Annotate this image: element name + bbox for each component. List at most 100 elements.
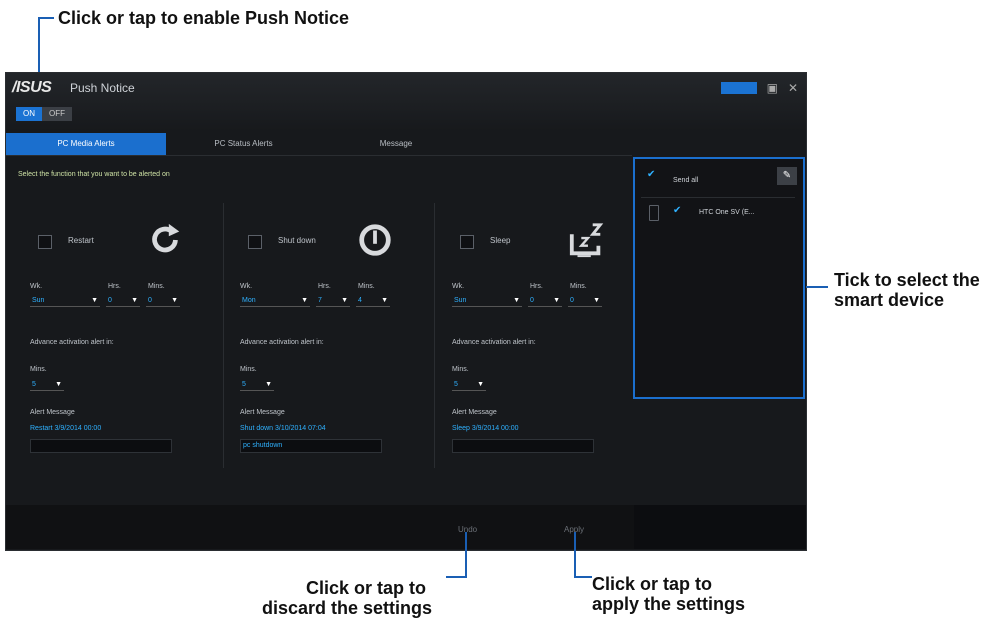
- alert-message-input[interactable]: [452, 439, 594, 453]
- asus-logo: /ISUS: [12, 79, 52, 96]
- advance-mins-label: Mins.: [30, 366, 47, 373]
- sleep-checkbox[interactable]: [460, 235, 474, 249]
- tab-message[interactable]: Message: [321, 133, 471, 155]
- dropdown-arrow-icon: ▼: [593, 296, 600, 304]
- dropdown-arrow-icon: ▼: [55, 380, 62, 388]
- callout-line-apply-horizontal: [574, 576, 592, 578]
- tab-pc-media-alerts[interactable]: PC Media Alerts: [6, 133, 166, 155]
- footer-bar: [6, 505, 634, 549]
- close-icon[interactable]: ✕: [788, 81, 798, 95]
- toggle-off[interactable]: OFF: [42, 107, 72, 121]
- push-notice-window: /ISUS Push Notice ON OFF ▣ ✕ PC Media Al…: [6, 73, 806, 550]
- window-title: Push Notice: [70, 81, 135, 95]
- dropdown-arrow-icon: ▼: [341, 296, 348, 304]
- minutes-select[interactable]: 0 ▼: [146, 294, 180, 307]
- alert-preview: Shut down 3/10/2014 07:04: [240, 425, 326, 432]
- sleep-icon: [569, 223, 604, 258]
- callout-select-device-line1: Tick to select the: [834, 270, 980, 290]
- shutdown-label: Shut down: [278, 236, 316, 245]
- window-controls: ▣ ✕: [720, 81, 798, 95]
- advance-alert-label: Advance activation alert in:: [240, 339, 324, 346]
- alert-message-label: Alert Message: [240, 409, 285, 416]
- callout-apply-line1: Click or tap to: [592, 574, 713, 594]
- toggle-on[interactable]: ON: [16, 107, 42, 121]
- alert-message-label: Alert Message: [30, 409, 75, 416]
- wk-label: Wk.: [452, 283, 465, 290]
- power-icon: [359, 224, 391, 256]
- hrs-label: Hrs.: [530, 283, 543, 290]
- restart-icon: [152, 223, 180, 253]
- alert-message-input[interactable]: [30, 439, 172, 453]
- advance-alert-label: Advance activation alert in:: [30, 339, 114, 346]
- wk-label: Wk.: [30, 283, 43, 290]
- mins-label: Mins.: [148, 283, 165, 290]
- dropdown-arrow-icon: ▼: [91, 296, 98, 304]
- alert-preview: Restart 3/9/2014 00:00: [30, 425, 102, 432]
- push-notice-toggle[interactable]: ON OFF: [16, 107, 72, 121]
- dropdown-arrow-icon: ▼: [171, 296, 178, 304]
- column-divider: [223, 203, 224, 468]
- restart-label: Restart: [68, 236, 94, 245]
- callout-line-apply-vertical: [574, 532, 576, 578]
- alert-tabs: PC Media Alerts PC Status Alerts Message: [6, 133, 632, 156]
- device-panel: ✔ Send all ✎ ✔ HTC One SV (E...: [633, 157, 805, 399]
- callout-apply-line2: apply the settings: [592, 594, 746, 614]
- title-bar: /ISUS Push Notice ON OFF ▣ ✕: [6, 73, 806, 131]
- footer-bar-right: [634, 505, 806, 549]
- dropdown-arrow-icon: ▼: [477, 380, 484, 388]
- hours-select[interactable]: 0 ▼: [106, 294, 140, 307]
- weekday-select[interactable]: Sun ▼: [452, 294, 522, 307]
- device-name[interactable]: HTC One SV (E...: [699, 209, 755, 216]
- advance-alert-label: Advance activation alert in:: [452, 339, 536, 346]
- tab-pc-status-alerts[interactable]: PC Status Alerts: [166, 133, 321, 155]
- wk-label: Wk.: [240, 283, 253, 290]
- sleep-label: Sleep: [490, 236, 511, 245]
- advance-minutes-select[interactable]: 5 ▼: [30, 378, 64, 391]
- hours-select[interactable]: 7 ▼: [316, 294, 350, 307]
- alert-preview: Sleep 3/9/2014 00:00: [452, 425, 519, 432]
- select-all-label: Send all: [673, 177, 699, 184]
- phone-icon: [649, 205, 659, 221]
- dropdown-arrow-icon: ▼: [553, 296, 560, 304]
- dropdown-arrow-icon: ▼: [131, 296, 138, 304]
- hrs-label: Hrs.: [108, 283, 121, 290]
- callout-discard-line1: Click or tap to: [306, 578, 427, 598]
- device-checkmark-icon[interactable]: ✔: [673, 205, 681, 216]
- alert-message-input[interactable]: pc shutdown: [240, 439, 382, 453]
- minutes-select[interactable]: 0 ▼: [568, 294, 602, 307]
- intro-text: Select the function that you want to be …: [18, 171, 170, 178]
- callout-select-device-line2: smart device: [834, 290, 945, 310]
- callout-discard-line2: discard the settings: [262, 598, 433, 618]
- undo-button[interactable]: Undo: [458, 525, 477, 534]
- minutes-select[interactable]: 4 ▼: [356, 294, 390, 307]
- dropdown-arrow-icon: ▼: [513, 296, 520, 304]
- mins-label: Mins.: [358, 283, 375, 290]
- camera-icon[interactable]: [720, 82, 757, 94]
- advance-mins-label: Mins.: [452, 366, 469, 373]
- shutdown-column: Shut down Wk. Hrs. Mins. Mon ▼ 7 ▼ 4 ▼ Adva…: [238, 203, 438, 473]
- alert-message-label: Alert Message: [452, 409, 497, 416]
- select-all-checkmark-icon[interactable]: ✔: [647, 169, 655, 180]
- sleep-column: Sleep Wk. Hrs. Mins. Sun ▼ 0 ▼ 0 ▼ Advance …: [450, 203, 650, 473]
- dropdown-arrow-icon: ▼: [265, 380, 272, 388]
- save-icon[interactable]: ▣: [767, 81, 778, 95]
- callout-line-enable-horizontal: [38, 17, 54, 19]
- dropdown-arrow-icon: ▼: [301, 296, 308, 304]
- shutdown-checkbox[interactable]: [248, 235, 262, 249]
- callout-line-discard-horizontal: [446, 576, 467, 578]
- advance-minutes-select[interactable]: 5 ▼: [240, 378, 274, 391]
- hrs-label: Hrs.: [318, 283, 331, 290]
- edit-icon[interactable]: ✎: [777, 167, 797, 185]
- callout-enable: Click or tap to enable Push Notice: [58, 8, 350, 28]
- restart-column: Restart Wk. Hrs. Mins. Sun ▼ 0 ▼ 0 ▼ Advanc…: [28, 203, 228, 473]
- panel-divider: [641, 197, 795, 198]
- hours-select[interactable]: 0 ▼: [528, 294, 562, 307]
- column-divider: [434, 203, 435, 468]
- weekday-select[interactable]: Mon ▼: [240, 294, 310, 307]
- restart-checkbox[interactable]: [38, 235, 52, 249]
- callout-line-device: [806, 286, 828, 288]
- dropdown-arrow-icon: ▼: [381, 296, 388, 304]
- advance-minutes-select[interactable]: 5 ▼: [452, 378, 486, 391]
- weekday-select[interactable]: Sun ▼: [30, 294, 100, 307]
- mins-label: Mins.: [570, 283, 587, 290]
